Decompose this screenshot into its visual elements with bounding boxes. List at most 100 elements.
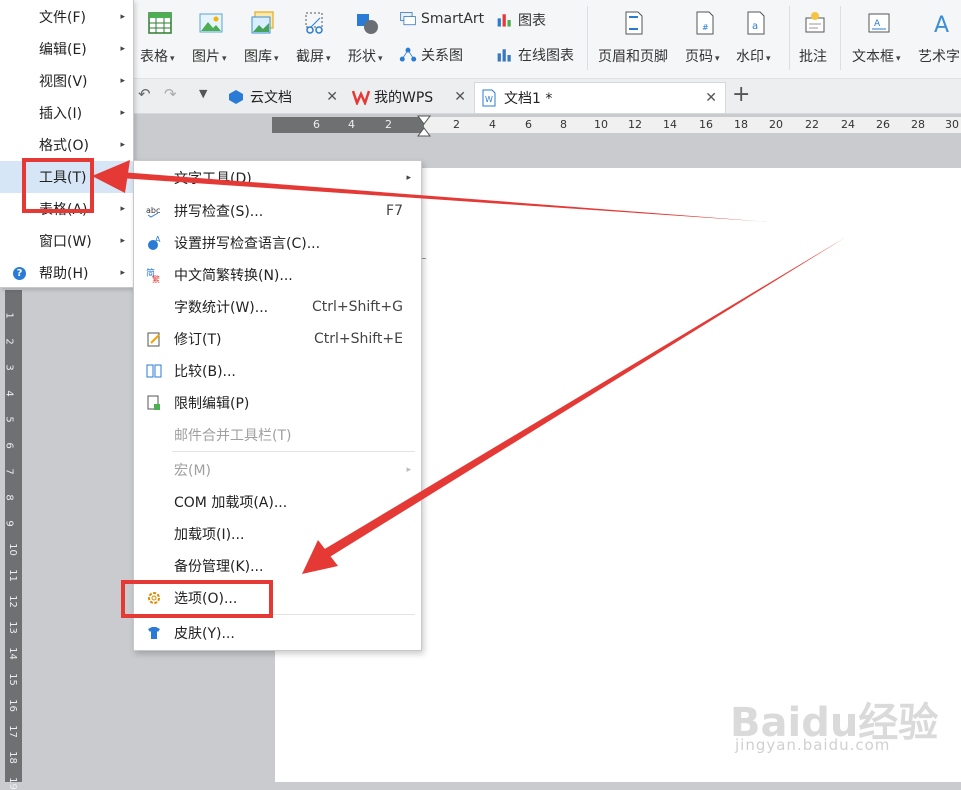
ruler-tick-label: 6 — [3, 442, 15, 449]
menu-item-label: 视图(V) — [39, 74, 88, 90]
tab-my-wps[interactable]: 我的WPS ✕ — [346, 82, 474, 112]
document-tab-bar: ↶ ↷ ▼ 云文档 ✕ 我的WPS ✕ W 文档1 * ✕ + — [0, 79, 961, 114]
ruler-tick-label: 22 — [805, 118, 819, 131]
online-chart-label: 在线图表 — [518, 48, 574, 64]
tab-label: 云文档 — [250, 90, 292, 106]
tools-item-label: 加载项(I)... — [174, 527, 245, 543]
page-number-icon: # — [696, 11, 714, 35]
submenu-arrow-icon: ▸ — [120, 140, 125, 150]
ruler-tick-label: 12 — [6, 595, 18, 608]
smartart-icon — [400, 12, 416, 26]
page-number-button[interactable]: 页码 ▾ — [685, 46, 720, 66]
close-icon[interactable]: ✕ — [705, 90, 717, 106]
tab-cloud-docs[interactable]: 云文档 ✕ — [222, 82, 346, 112]
tools-item-spell-language[interactable]: A 设置拼写检查语言(C)... — [134, 227, 421, 259]
scissors-icon — [305, 12, 323, 34]
wordart-button[interactable]: 艺术字 — [918, 46, 960, 66]
close-icon[interactable]: ✕ — [326, 89, 338, 105]
submenu-arrow-icon: ▸ — [120, 204, 125, 214]
online-chart-button[interactable]: 在线图表 — [496, 45, 574, 65]
menu-item-help[interactable]: ? 帮助(H) ▸ — [0, 257, 133, 289]
ruler-tick-label: 10 — [594, 118, 608, 131]
menu-item-label: 格式(O) — [39, 138, 89, 154]
tools-item-skin[interactable]: 皮肤(Y)... — [134, 617, 421, 649]
svg-text:#: # — [702, 23, 709, 32]
menu-item-edit[interactable]: 编辑(E) ▸ — [0, 33, 133, 65]
relation-chart-label: 关系图 — [421, 48, 463, 64]
ruler-tick-label: 16 — [6, 699, 18, 712]
screenshot-label: 截屏 — [296, 49, 324, 65]
screenshot-button[interactable]: 截屏 ▾ — [296, 46, 331, 66]
submenu-arrow-icon: ▸ — [120, 44, 125, 54]
menu-item-view[interactable]: 视图(V) ▸ — [0, 65, 133, 97]
watermark-button[interactable]: 水印 ▾ — [736, 46, 771, 66]
header-footer-button[interactable]: 页眉和页脚 — [598, 46, 668, 66]
header-footer-icon — [625, 11, 643, 35]
vertical-ruler[interactable]: 1 2 3 4 5 6 7 8 9 10 11 12 13 14 15 16 17 18 19 — [3, 290, 22, 790]
tools-item-addins[interactable]: 加载项(I)... — [134, 518, 421, 550]
shortcut-label: F7 — [386, 203, 403, 219]
tools-item-spell-check[interactable]: abc 拼写检查(S)... F7 — [134, 195, 421, 227]
watermark-icon: a — [747, 11, 765, 35]
gallery-button[interactable]: 图库 ▾ — [244, 46, 279, 66]
submenu-arrow-icon: ▸ — [120, 108, 125, 118]
ruler-tick-label: 20 — [769, 118, 783, 131]
tools-item-text-tools[interactable]: 文字工具(D) ▸ — [134, 162, 421, 194]
tools-item-word-count[interactable]: 字数统计(W)... Ctrl+Shift+G — [134, 291, 421, 323]
ruler-tick-label: 8 — [3, 494, 15, 501]
online-chart-icon — [497, 49, 511, 62]
ribbon-divider — [789, 6, 790, 70]
indent-marker-icon[interactable] — [417, 115, 431, 137]
tools-item-macro: 宏(M) ▸ — [134, 454, 421, 486]
menu-item-window[interactable]: 窗口(W) ▸ — [0, 225, 133, 257]
menu-item-format[interactable]: 格式(O) ▸ — [0, 129, 133, 161]
tools-item-compare[interactable]: 比较(B)... — [134, 355, 421, 387]
cloud-doc-icon — [229, 90, 243, 104]
tools-item-track-changes[interactable]: 修订(T) Ctrl+Shift+E — [134, 323, 421, 355]
new-tab-icon[interactable]: + — [732, 82, 750, 107]
tools-item-com-addins[interactable]: COM 加载项(A)... — [134, 486, 421, 518]
textbox-icon: A — [868, 13, 890, 33]
submenu-arrow-icon: ▸ — [120, 172, 125, 182]
undo-icon[interactable]: ↶ — [138, 85, 151, 103]
textbox-button[interactable]: 文本框 ▾ — [852, 46, 901, 66]
ruler-tick-label: 18 — [734, 118, 748, 131]
wps-logo-icon — [352, 90, 370, 105]
ruler-tick-label: 30 — [945, 118, 959, 131]
shape-button[interactable]: 形状 ▾ — [348, 46, 383, 66]
chart-button[interactable]: 图表 — [496, 10, 546, 30]
tools-item-label: 比较(B)... — [174, 364, 236, 380]
tools-item-chinese-conversion[interactable]: 简繁中文简繁转换(N)... — [134, 259, 421, 291]
tools-item-restrict-editing[interactable]: 限制编辑(P) — [134, 387, 421, 419]
insert-table-button[interactable]: 表格 ▾ — [140, 46, 175, 66]
menu-item-insert[interactable]: 插入(I) ▸ — [0, 97, 133, 129]
submenu-arrow-icon: ▸ — [120, 12, 125, 22]
ruler-tick-label: 13 — [6, 621, 18, 634]
submenu-arrow-icon: ▸ — [120, 236, 125, 246]
ruler-tick-label: 26 — [876, 118, 890, 131]
menu-item-file[interactable]: 文件(F) ▸ — [0, 1, 133, 33]
ribbon-divider — [840, 6, 841, 70]
smartart-button[interactable]: SmartArt — [399, 10, 484, 28]
redo-icon[interactable]: ↷ — [164, 85, 177, 103]
relation-chart-button[interactable]: 关系图 — [399, 45, 463, 65]
close-icon[interactable]: ✕ — [454, 89, 466, 105]
table-icon — [148, 12, 172, 34]
comment-button[interactable]: 批注 — [799, 46, 827, 66]
tab-document-1[interactable]: W 文档1 * ✕ — [474, 82, 726, 113]
tools-item-label: 文字工具(D) — [174, 171, 252, 187]
svg-text:a: a — [752, 21, 758, 32]
menu-item-label: 编辑(E) — [39, 42, 87, 58]
ruler-tick-label: 4 — [348, 118, 355, 131]
tools-item-label: 邮件合并工具栏(T) — [174, 428, 292, 444]
tools-item-backup-manager[interactable]: 备份管理(K)... — [134, 550, 421, 582]
ruler-tick-label: 15 — [6, 673, 18, 686]
svg-text:A: A — [155, 235, 161, 244]
tab-label: 我的WPS — [374, 90, 434, 106]
baidu-watermark-url: jingyan.baidu.com — [735, 736, 891, 754]
insert-picture-button[interactable]: 图片 ▾ — [192, 46, 227, 66]
quick-access-dropdown-icon[interactable]: ▼ — [199, 87, 207, 100]
ruler-tick-label: 2 — [453, 118, 460, 131]
ruler-tick-label: 14 — [6, 647, 18, 660]
tools-item-label: 拼写检查(S)... — [174, 204, 264, 220]
